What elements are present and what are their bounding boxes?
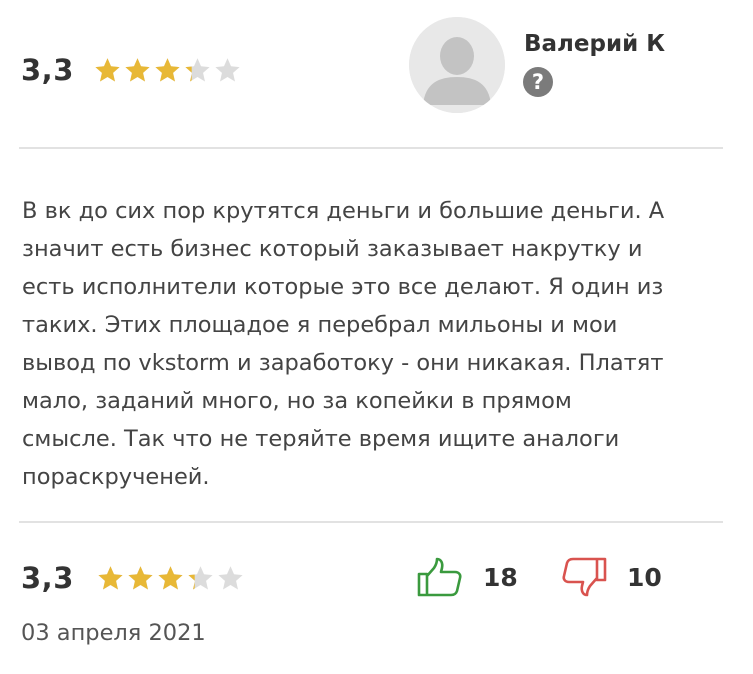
star-icon [215, 58, 240, 82]
thumbs-down-icon [562, 557, 607, 597]
dislike-button[interactable]: 10 [561, 553, 662, 601]
review-text-line: есть исполнители которые это все делают.… [22, 274, 664, 300]
avatar[interactable] [409, 17, 505, 113]
star-rating [96, 564, 245, 592]
star-icon [125, 58, 150, 82]
review-text-line: пораскрученей. [22, 464, 210, 490]
author-name[interactable]: Валерий К [524, 31, 665, 57]
divider [19, 521, 723, 523]
like-button[interactable]: 18 [417, 553, 518, 601]
star-icon [128, 566, 153, 590]
star-icon [98, 566, 123, 590]
star-icon [155, 58, 180, 82]
divider [19, 147, 723, 149]
star-icon [185, 58, 210, 82]
star-icon [188, 566, 213, 590]
review-text-line: вывод по vkstorm и заработоку - они ника… [22, 350, 664, 376]
review-text-line: смысле. Так что не теряйте время ищите а… [22, 426, 620, 452]
star-icon [95, 58, 120, 82]
overall-rating: 3,3 [21, 48, 242, 92]
star-rating [93, 56, 242, 84]
star-icon [218, 566, 243, 590]
review-text-line: В вк до сих пор крутятся деньги и больши… [22, 198, 665, 224]
default-user-avatar-icon [409, 17, 505, 113]
question-icon[interactable]: ? [523, 67, 553, 97]
review-text-line: таких. Этих площадое я перебрал мильоны … [22, 312, 618, 338]
star-icon [158, 566, 183, 590]
review-text-line: мало, заданий много, но за копейки в пря… [22, 388, 572, 414]
review-rating: 3,3 [21, 556, 245, 600]
rating-score: 3,3 [21, 561, 74, 595]
rating-score: 3,3 [21, 53, 74, 87]
dislike-count: 10 [627, 562, 662, 592]
like-count: 18 [483, 562, 518, 592]
review-text: В вк до сих пор крутятся деньги и больши… [22, 192, 722, 496]
review-text-line: значит есть бизнес который заказывает на… [22, 236, 643, 262]
thumbs-up-icon [417, 557, 462, 597]
review-date: 03 апреля 2021 [21, 620, 206, 646]
